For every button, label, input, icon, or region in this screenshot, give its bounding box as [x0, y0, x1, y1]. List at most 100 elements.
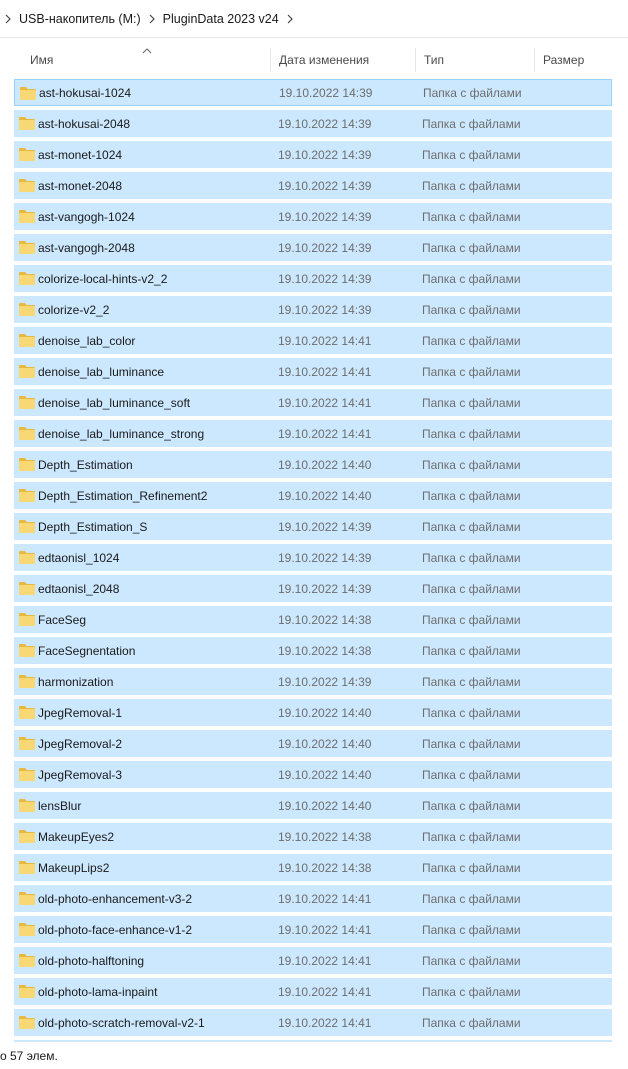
- list-item[interactable]: ast-hokusai-2048 19.10.2022 14:39 Папка с …: [14, 110, 612, 137]
- sort-up-icon: [142, 44, 152, 54]
- column-header-size[interactable]: Размер: [535, 44, 628, 76]
- folder-icon: [18, 983, 36, 999]
- list-item[interactable]: Depth_Estimation 19.10.2022 14:40 Папка с …: [14, 451, 612, 478]
- folder-icon: [18, 580, 36, 596]
- list-item[interactable]: old-photo-lama-inpaint 19.10.2022 14:41 Па…: [14, 978, 612, 1005]
- item-count: о 57 элем.: [0, 1049, 58, 1063]
- item-name: MakeupLips2: [38, 860, 110, 875]
- list-item[interactable]: edtaonisl_1024 19.10.2022 14:39 Папка с фа…: [14, 544, 612, 571]
- item-type: Папка с файлами: [422, 178, 521, 193]
- item-date: 19.10.2022 14:41: [278, 891, 372, 906]
- item-type: Папка с файлами: [422, 302, 521, 317]
- item-name: lensBlur: [38, 798, 82, 813]
- list-item[interactable]: JpegRemoval-3 19.10.2022 14:40 Папка с фай…: [14, 761, 612, 788]
- item-name: colorize-local-hints-v2_2: [38, 271, 168, 286]
- item-date: 19.10.2022 14:39: [278, 147, 372, 162]
- list-item[interactable]: old-photo-halftoning 19.10.2022 14:41 Папк…: [14, 947, 612, 974]
- breadcrumb-item-folder[interactable]: PluginData 2023 v24: [160, 12, 282, 26]
- list-item[interactable]: old-photo-face-enhance-v1-2 19.10.2022 14…: [14, 916, 612, 943]
- list-item[interactable]: MakeupLips2 19.10.2022 14:38 Папка с файла…: [14, 854, 612, 881]
- item-type: Папка с файлами: [422, 612, 521, 627]
- list-item[interactable]: old-photo-enhancement-v3-2 19.10.2022 14:…: [14, 885, 612, 912]
- item-date: 19.10.2022 14:39: [278, 178, 372, 193]
- chevron-right-icon[interactable]: [0, 9, 16, 29]
- item-name: colorize-v2_2: [38, 302, 110, 317]
- column-header-type[interactable]: Тип: [416, 44, 535, 76]
- item-date: 19.10.2022 14:38: [278, 829, 372, 844]
- item-name: denoise_lab_luminance: [38, 364, 165, 379]
- item-date: 19.10.2022 14:40: [278, 705, 372, 720]
- chevron-right-icon[interactable]: [282, 9, 298, 29]
- item-date: 19.10.2022 14:39: [278, 209, 372, 224]
- folder-icon: [18, 766, 36, 782]
- list-item[interactable]: harmonization 19.10.2022 14:39 Папка с фай…: [14, 668, 612, 695]
- file-list[interactable]: ast-hokusai-1024 19.10.2022 14:39 Папка с …: [0, 77, 628, 1042]
- item-name: old-photo-enhancement-v3-2: [38, 891, 193, 906]
- list-item[interactable]: colorize-local-hints-v2_2 19.10.2022 14:3…: [14, 265, 612, 292]
- folder-icon: [18, 146, 36, 162]
- column-header-name[interactable]: Имя: [0, 44, 271, 76]
- list-item[interactable]: denoise_lab_color 19.10.2022 14:41 Папка с…: [14, 327, 612, 354]
- list-item[interactable]: FaceSegnentation 19.10.2022 14:38 Папка с …: [14, 637, 612, 664]
- item-name: denoise_lab_luminance_soft: [38, 395, 191, 410]
- column-header-size-label: Размер: [543, 53, 585, 67]
- item-date: 19.10.2022 14:38: [278, 612, 372, 627]
- list-item[interactable]: lensBlur 19.10.2022 14:40 Папка с файлами: [14, 792, 612, 819]
- list-item[interactable]: ast-vangogh-1024 19.10.2022 14:39 Папка с …: [14, 203, 612, 230]
- item-name: ast-monet-2048: [38, 178, 123, 193]
- item-type: Папка с файлами: [422, 426, 521, 441]
- item-name: old-photo-lama-inpaint: [38, 984, 158, 999]
- item-type: Папка с файлами: [422, 860, 521, 875]
- folder-icon: [18, 208, 36, 224]
- folder-icon: [18, 518, 36, 534]
- folder-icon: [18, 859, 36, 875]
- folder-icon: [18, 425, 36, 441]
- item-type: Папка с файлами: [422, 209, 521, 224]
- list-item[interactable]: denoise_lab_luminance_soft 19.10.2022 14:…: [14, 389, 612, 416]
- list-item[interactable]: ast-hokusai-1024 19.10.2022 14:39 Папка с …: [14, 79, 612, 106]
- item-name: ast-hokusai-2048: [38, 116, 131, 131]
- item-type: Папка с файлами: [422, 922, 521, 937]
- column-header-date[interactable]: Дата изменения: [271, 44, 416, 76]
- item-type: Папка с файлами: [422, 488, 521, 503]
- list-item[interactable]: edtaonisl_2048 19.10.2022 14:39 Папка с фа…: [14, 575, 612, 602]
- list-item[interactable]: Depth_Estimation_Refinement2 19.10.2022 1…: [14, 482, 612, 509]
- breadcrumb-item-drive[interactable]: USB-накопитель (M:): [16, 12, 144, 26]
- item-date: 19.10.2022 14:40: [278, 488, 372, 503]
- column-header-bar: Имя Дата изменения Тип Размер: [0, 44, 628, 76]
- list-item[interactable]: Depth_Estimation_S 19.10.2022 14:39 Папка …: [14, 513, 612, 540]
- list-item[interactable]: denoise_lab_luminance_strong 19.10.2022 1…: [14, 420, 612, 447]
- list-item[interactable]: JpegRemoval-2 19.10.2022 14:40 Папка с фай…: [14, 730, 612, 757]
- item-date: 19.10.2022 14:41: [278, 1015, 372, 1030]
- list-item[interactable]: denoise_lab_luminance 19.10.2022 14:41 Пап…: [14, 358, 612, 385]
- item-date: 19.10.2022 14:39: [278, 550, 372, 565]
- list-item[interactable]: ast-monet-2048 19.10.2022 14:39 Папка с фа…: [14, 172, 612, 199]
- folder-icon: [18, 115, 36, 131]
- item-type: Папка с файлами: [422, 643, 521, 658]
- folder-icon: [18, 363, 36, 379]
- chevron-right-icon[interactable]: [144, 9, 160, 29]
- list-item[interactable]: ast-vangogh-2048 19.10.2022 14:39 Папка с …: [14, 234, 612, 261]
- folder-icon: [18, 549, 36, 565]
- item-date: 19.10.2022 14:40: [278, 457, 372, 472]
- item-date: 19.10.2022 14:39: [278, 674, 372, 689]
- folder-icon: [19, 85, 37, 101]
- list-item[interactable]: ast-monet-1024 19.10.2022 14:39 Папка с фа…: [14, 141, 612, 168]
- folder-icon: [18, 673, 36, 689]
- folder-icon: [18, 332, 36, 348]
- item-name: old-photo-face-enhance-v1-2: [38, 922, 193, 937]
- list-item[interactable]: JpegRemoval-1 19.10.2022 14:40 Папка с фай…: [14, 699, 612, 726]
- item-date: 19.10.2022 14:39: [279, 85, 373, 100]
- item-date: 19.10.2022 14:38: [278, 860, 372, 875]
- item-type: Папка с файлами: [422, 984, 521, 999]
- list-item[interactable]: MakeupEyes2 19.10.2022 14:38 Папка с файла…: [14, 823, 612, 850]
- list-item[interactable]: FaceSeg 19.10.2022 14:38 Папка с файлами: [14, 606, 612, 633]
- item-name: denoise_lab_color: [38, 333, 136, 348]
- list-item[interactable]: colorize-v2_2 19.10.2022 14:39 Папка с фай…: [14, 296, 612, 323]
- item-name: old-photo-halftoning: [38, 953, 145, 968]
- item-type: Папка с файлами: [422, 953, 521, 968]
- item-name: edtaonisl_2048: [38, 581, 120, 596]
- item-type: Папка с файлами: [422, 333, 521, 348]
- list-item[interactable]: old-photo-scratch-removal-v2-1 19.10.2022…: [14, 1009, 612, 1036]
- list-item[interactable]: [14, 1040, 612, 1042]
